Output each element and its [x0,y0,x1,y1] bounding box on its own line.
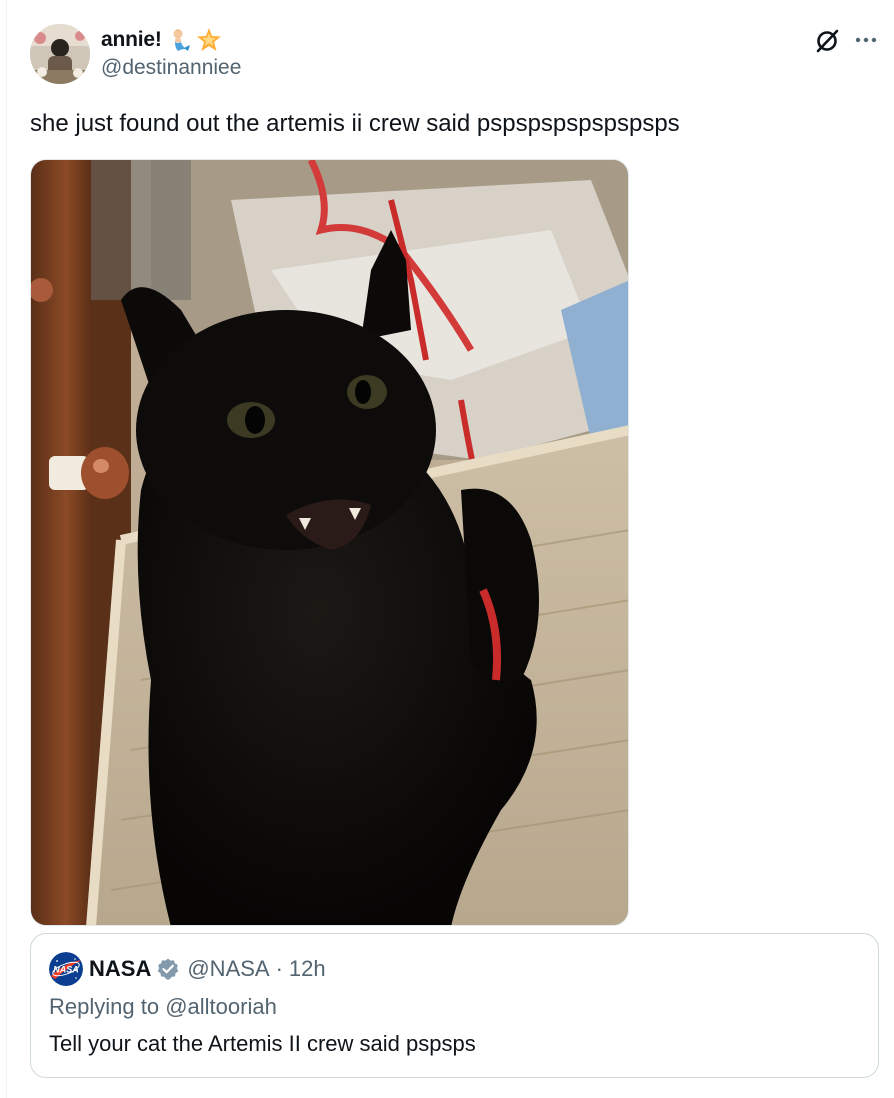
author-names: annie! @destinanniee [101,26,241,80]
replying-prefix: Replying to [49,994,160,1019]
quoted-display-name[interactable]: NASA [89,956,151,982]
display-name[interactable]: annie! [101,28,162,52]
glowing-star-icon [196,27,222,53]
quoted-handle[interactable]: @NASA [187,956,269,982]
avatar[interactable] [30,24,90,84]
quoted-tweet-header: NASA NASA @NASA · 12h [49,952,326,986]
nasa-logo-icon[interactable]: NASA [49,952,83,986]
svg-text:NASA: NASA [53,965,79,975]
quoted-tweet[interactable]: NASA NASA @NASA · 12h Replying to @allto… [30,933,879,1078]
author-handle[interactable]: @destinanniee [101,56,241,80]
separator-dot: · [275,956,283,981]
verified-badge-icon [156,957,180,981]
grok-icon[interactable] [814,28,840,54]
merperson-emoji-icon [166,27,192,53]
replying-to-line: Replying to @alltooriah [49,994,277,1020]
timeline-divider [6,0,7,1098]
more-options-icon[interactable] [852,26,880,54]
quoted-tweet-text: Tell your cat the Artemis II crew said p… [49,1031,476,1056]
tweet-text: she just found out the artemis ii crew s… [30,110,680,137]
replying-handle-link[interactable]: @alltooriah [165,994,277,1019]
tweet-photo[interactable] [30,159,629,926]
quoted-timestamp[interactable]: 12h [289,956,326,982]
tweet-header: annie! @destinanniee [30,24,880,84]
